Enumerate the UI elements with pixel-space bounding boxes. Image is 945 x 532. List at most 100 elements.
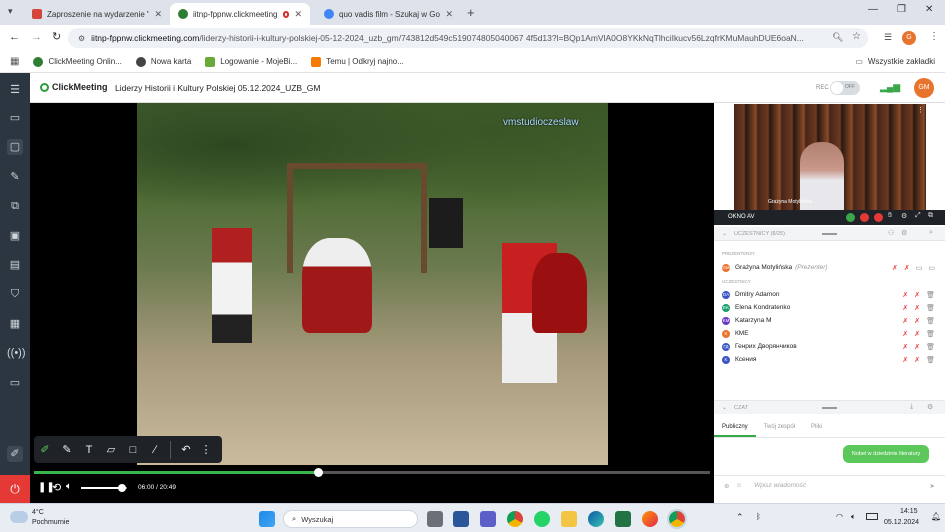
close-icon[interactable]: ✕ bbox=[445, 9, 453, 20]
trash-icon[interactable]: 🗑︎ bbox=[926, 330, 935, 338]
drag-handle[interactable] bbox=[822, 233, 837, 235]
chrome-icon[interactable] bbox=[507, 511, 523, 527]
close-window-button[interactable]: ✕ bbox=[925, 4, 933, 15]
draw-toolbar-icon[interactable]: ✐ bbox=[7, 446, 23, 462]
screen-icon[interactable]: ▭ bbox=[928, 264, 935, 272]
camera-icon[interactable]: ▭ bbox=[916, 264, 923, 272]
mic-muted-icon[interactable]: ✗ bbox=[892, 264, 898, 272]
close-icon[interactable]: ✕ bbox=[294, 9, 302, 20]
back-button[interactable]: ← bbox=[9, 31, 20, 43]
address-bar[interactable]: ⚙ iitnp-fppnw.clickmeeting.com/liderzy-h… bbox=[68, 28, 868, 48]
media-control-icon[interactable]: ☰ bbox=[884, 32, 892, 43]
mic-muted-icon[interactable]: ✗ bbox=[902, 304, 908, 312]
bookmark-mojebi[interactable]: Logowanie - MojeBi... bbox=[205, 56, 297, 67]
mic-muted-icon[interactable]: ✗ bbox=[902, 317, 908, 325]
browser-menu-icon[interactable]: ⋮ bbox=[929, 31, 939, 42]
minimize-button[interactable]: — bbox=[868, 4, 878, 15]
apps-icon[interactable]: ▦ bbox=[7, 316, 23, 332]
camera-muted-icon[interactable]: ✗ bbox=[914, 317, 920, 325]
rec-toggle[interactable]: OFF bbox=[830, 81, 860, 95]
fullscreen-icon[interactable]: ⤢ bbox=[915, 212, 921, 220]
pointer-tool-icon[interactable]: ✐ bbox=[34, 443, 56, 456]
popout-icon[interactable]: ⧉ bbox=[928, 212, 933, 220]
whatsapp-icon[interactable] bbox=[534, 511, 550, 527]
tab-search-icon[interactable]: ▾ bbox=[8, 6, 22, 20]
caption-icon[interactable]: ▭ bbox=[7, 375, 23, 391]
volume-icon[interactable]: 🔈︎ bbox=[66, 481, 72, 492]
edit-icon[interactable]: ✎ bbox=[7, 169, 23, 185]
bookmark-new-tab[interactable]: Nowa karta bbox=[135, 56, 191, 67]
teams-icon[interactable] bbox=[480, 511, 496, 527]
close-icon[interactable]: ✕ bbox=[154, 9, 162, 20]
camera-muted-icon[interactable]: ✗ bbox=[914, 356, 920, 364]
participant-row[interactable]: ГД Генрих Дворянчиков ✗ ✗ 🗑︎ bbox=[714, 340, 945, 353]
folder-icon[interactable]: ▢ bbox=[7, 139, 23, 155]
mic-muted-icon[interactable]: ✗ bbox=[902, 291, 908, 299]
tab-team[interactable]: Twój zespół bbox=[756, 418, 803, 437]
apps-grid-icon[interactable]: ▦ bbox=[10, 56, 19, 67]
more-icon[interactable]: ⋮ bbox=[197, 443, 215, 456]
participant-row-presenter[interactable]: GM Grażyna Motylińska (Prezenter) ✗ ✗ ▭ ▭ bbox=[714, 261, 945, 274]
tray-chevron-icon[interactable]: ⌃ bbox=[736, 512, 744, 523]
tab-files[interactable]: Pliki bbox=[803, 418, 830, 437]
all-bookmarks[interactable]: ▭ Wszystkie zakładki bbox=[855, 57, 935, 66]
chat-settings-icon[interactable]: ⚙ bbox=[927, 403, 933, 411]
text-tool-icon[interactable]: T bbox=[78, 444, 100, 456]
site-info-icon[interactable]: ⚙ bbox=[78, 34, 85, 43]
mic-muted-icon[interactable]: ✗ bbox=[902, 356, 908, 364]
poll-icon[interactable]: ▤ bbox=[7, 257, 23, 273]
participant-row[interactable]: DA Dmitry Adamon ✗ ✗ 🗑︎ bbox=[714, 288, 945, 301]
file-explorer-icon[interactable] bbox=[561, 511, 577, 527]
broadcast-icon[interactable]: ((•)) bbox=[7, 345, 26, 361]
camera-on-icon[interactable] bbox=[846, 213, 855, 222]
windows-start-icon[interactable] bbox=[259, 511, 275, 527]
camera-muted-icon[interactable]: ✗ bbox=[914, 291, 920, 299]
word-icon[interactable] bbox=[453, 511, 469, 527]
trash-icon[interactable]: 🗑︎ bbox=[926, 304, 935, 312]
menu-icon[interactable]: ☰ bbox=[7, 82, 23, 98]
leave-button[interactable]: ⏻ bbox=[0, 475, 30, 503]
taskbar-search[interactable]: ⌕ Wyszukaj bbox=[283, 510, 418, 528]
seek-bar[interactable] bbox=[34, 468, 710, 477]
edge-icon[interactable] bbox=[588, 511, 604, 527]
trash-icon[interactable]: 🗑︎ bbox=[926, 343, 935, 351]
trash-icon[interactable]: 🗑︎ bbox=[926, 317, 935, 325]
mic-off-icon[interactable] bbox=[860, 213, 869, 222]
chat-input[interactable]: ⊕ ☺ Wpisz wiadomość ➤ bbox=[714, 475, 945, 495]
bookmark-star-icon[interactable]: ☆ bbox=[852, 31, 861, 42]
camera-muted-icon[interactable]: ✗ bbox=[904, 264, 910, 272]
mic-muted-icon[interactable]: ✗ bbox=[902, 343, 908, 351]
wifi-icon[interactable]: ◠ bbox=[836, 512, 843, 521]
tab-clickmeeting[interactable]: iitnp-fppnw.clickmeeting.c ✕ bbox=[170, 3, 310, 25]
rectangle-tool-icon[interactable]: □ bbox=[122, 444, 144, 456]
collapse-icon[interactable]: ⌄ bbox=[722, 404, 727, 411]
volume-tray-icon[interactable]: 🔈︎ bbox=[851, 512, 856, 522]
trash-icon[interactable]: 🗑︎ bbox=[926, 291, 935, 299]
add-participant-icon[interactable]: ⚇ bbox=[888, 229, 894, 237]
task-view-icon[interactable] bbox=[427, 511, 443, 527]
collapse-icon[interactable]: ⌄ bbox=[722, 230, 727, 237]
seek-bar-handle[interactable] bbox=[313, 468, 323, 477]
volume-slider[interactable] bbox=[81, 484, 127, 492]
tab-google-search[interactable]: quo vadis film - Szukaj w Goog ✕ bbox=[316, 3, 461, 25]
battery-icon[interactable] bbox=[866, 513, 878, 520]
mic-muted-icon[interactable]: ✗ bbox=[902, 330, 908, 338]
camera-muted-icon[interactable]: ✗ bbox=[914, 304, 920, 312]
bluetooth-icon[interactable]: ᛒ bbox=[756, 512, 761, 521]
undo-icon[interactable]: ↶ bbox=[175, 443, 197, 456]
emoji-icon[interactable]: ☺ bbox=[735, 482, 742, 489]
excel-icon[interactable] bbox=[615, 511, 631, 527]
participants-settings-icon[interactable]: ⚙ bbox=[901, 229, 907, 237]
tab-gmail[interactable]: Zaproszenie na wydarzenie "Lid ✕ bbox=[24, 3, 170, 25]
forward-button[interactable]: → bbox=[31, 31, 42, 43]
whiteboard-icon[interactable]: ▣ bbox=[7, 228, 23, 244]
sticky-note-icon[interactable]: ▱ bbox=[100, 443, 122, 456]
settings-icon[interactable]: ⚙ bbox=[901, 212, 907, 220]
tab-public[interactable]: Publiczny bbox=[714, 418, 756, 437]
attach-icon[interactable]: ⊕ bbox=[724, 482, 729, 490]
shield-icon[interactable]: ⛉ bbox=[7, 286, 23, 302]
weather-icon[interactable] bbox=[10, 511, 28, 523]
participants-search-icon[interactable]: ⌕ bbox=[929, 229, 933, 237]
restore-button[interactable]: ❐ bbox=[897, 4, 906, 15]
video-menu-icon[interactable]: ⋮ bbox=[917, 106, 924, 114]
